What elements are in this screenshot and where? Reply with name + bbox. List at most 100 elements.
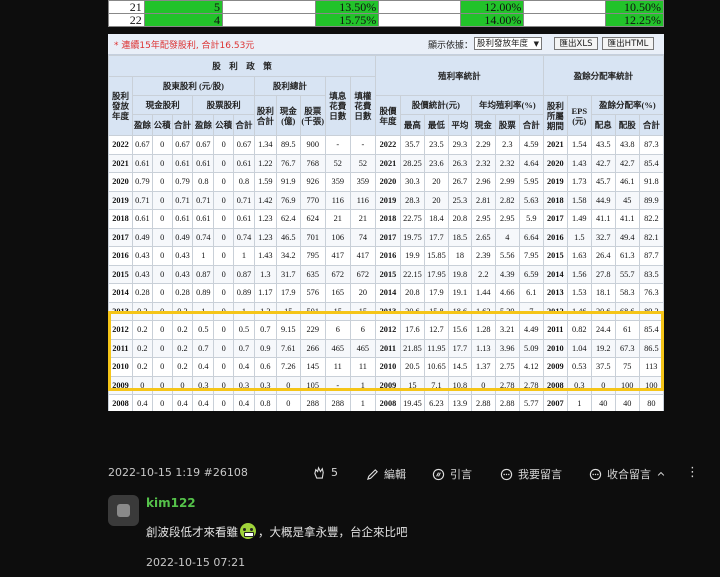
table-cell: 0: [470, 375, 496, 395]
table-cell: 0.67: [233, 135, 255, 155]
table-cell: 28.3: [399, 190, 425, 210]
chevron-up-icon: [657, 471, 665, 476]
table-cell: 0.7: [253, 320, 277, 340]
table-cell: 10.8: [447, 375, 472, 395]
table-cell: 9.15: [275, 320, 301, 340]
table-cell: 18.5: [447, 227, 472, 247]
table-cell: 2.32: [470, 153, 496, 173]
table-cell: 0: [275, 394, 301, 411]
table-cell: 82.2: [638, 209, 664, 229]
table-cell: 1.42: [253, 190, 277, 210]
table-cell: 229: [299, 320, 326, 340]
table-cell: 2.2: [470, 264, 496, 284]
table-cell: 5.9: [518, 209, 544, 229]
table-cell: 43.5: [590, 135, 616, 155]
edit-button[interactable]: 編輯: [366, 466, 406, 482]
table-cell: 0.67: [192, 135, 215, 155]
table-cell: 0.79: [171, 172, 194, 192]
table-cell: 2010: [374, 357, 401, 377]
table-cell: 0.49: [171, 227, 194, 247]
col-header: 合計: [233, 114, 255, 136]
dividend-policy-screenshot: * 連續15年配發股利, 合計16.53元 顯示依據： 股利發放年度 ▼ 匯出XL…: [108, 34, 664, 411]
table-cell: 0: [171, 375, 194, 395]
pencil-icon: [366, 468, 378, 480]
table-cell: 58.3: [614, 283, 640, 303]
table-cell: 0: [151, 394, 173, 411]
export-html-button[interactable]: 匯出HTML: [602, 37, 654, 50]
reply-button[interactable]: 我要留言: [500, 466, 562, 482]
table-cell: 0: [213, 283, 235, 303]
table-cell: 37.5: [590, 357, 616, 377]
grin-emoji-icon: [240, 523, 256, 539]
dividend-note: * 連續15年配發股利, 合計16.53元: [114, 41, 255, 51]
table-cell: 417: [324, 246, 351, 266]
table-cell: 2022: [374, 135, 401, 155]
table-cell: 0.71: [171, 190, 194, 210]
table-cell: 1.23: [253, 227, 277, 247]
table-cell: 43.8: [614, 135, 640, 155]
table-cell: 0.74: [233, 227, 255, 247]
table-cell: 2008: [542, 375, 568, 395]
table-cell: 25.3: [447, 190, 472, 210]
table-cell: 13.9: [447, 394, 472, 411]
avatar[interactable]: [108, 495, 139, 526]
table-cell: 0.2: [131, 357, 153, 377]
table-cell: 82.1: [638, 227, 664, 247]
table-cell: 18.1: [590, 283, 616, 303]
table-cell: 2011: [542, 320, 568, 340]
table-cell: 1.53: [566, 283, 592, 303]
yield-header: 殖利率統計: [374, 55, 544, 96]
table-cell: 68.6: [614, 301, 640, 321]
more-options-icon[interactable]: ⋮: [686, 465, 699, 480]
table-cell: 0: [213, 301, 235, 321]
table-cell: 0.49: [131, 227, 153, 247]
table-cell: 4.66: [494, 283, 520, 303]
dividend-rows: 2022 0.67 0 0.67 0.67 0 0.67 1.34 89.5 900- -2022 3…: [108, 135, 664, 411]
table-cell: 0: [213, 357, 235, 377]
table-cell: 2012: [542, 301, 568, 321]
like-button[interactable]: 5: [313, 466, 338, 479]
table-cell: 2019: [374, 190, 401, 210]
table-cell: 4.49: [518, 320, 544, 340]
table-cell: 2021: [108, 153, 133, 173]
table-cell: 2.88: [494, 394, 520, 411]
table-cell: 5.63: [518, 190, 544, 210]
cash-dividend-header: 現金股利: [131, 95, 194, 115]
table-cell: 2.88: [470, 394, 496, 411]
table-cell: 42.7: [614, 153, 640, 173]
table-cell: 45: [614, 190, 640, 210]
quote-button[interactable]: 引言: [432, 466, 472, 482]
table-cell: 2021: [374, 153, 401, 173]
table-cell: 46.1: [614, 172, 640, 192]
table-cell: 2017: [374, 227, 401, 247]
sort-select[interactable]: 股利發放年度 ▼: [474, 37, 542, 50]
table-cell: 2016: [542, 227, 568, 247]
table-cell: 2014: [374, 283, 401, 303]
table-cell: 19.1: [447, 283, 472, 303]
table-cell: 0.8: [233, 172, 255, 192]
table-cell: 2008: [108, 394, 133, 411]
quote-icon: [432, 468, 445, 480]
table-cell: 89.2: [638, 301, 664, 321]
table-cell: 1: [233, 246, 255, 266]
table-cell: 0.61: [171, 209, 194, 229]
table-cell: 2020: [108, 172, 133, 192]
table-cell: 26.4: [590, 246, 616, 266]
export-xls-button[interactable]: 匯出XLS: [554, 37, 598, 50]
table-cell: 0.71: [192, 190, 215, 210]
comment-author[interactable]: kim122: [146, 496, 196, 510]
table-cell: 7.61: [275, 338, 301, 358]
collapse-comments-button[interactable]: 收合留言: [589, 466, 666, 482]
table-cell: 0.3: [233, 375, 255, 395]
table-cell: 0.67: [171, 135, 194, 155]
table-cell: 5.39: [494, 301, 520, 321]
table-cell: 83.5: [638, 264, 664, 284]
table-cell: 75: [614, 357, 640, 377]
table-cell: 1.04: [566, 338, 592, 358]
table-cell: 2009: [374, 375, 401, 395]
table-cell: 2016: [108, 246, 133, 266]
table-cell: 15: [324, 301, 351, 321]
table-cell: 0.61: [233, 153, 255, 173]
table-cell: 6.23: [423, 394, 449, 411]
col-header: 最高: [399, 114, 425, 136]
